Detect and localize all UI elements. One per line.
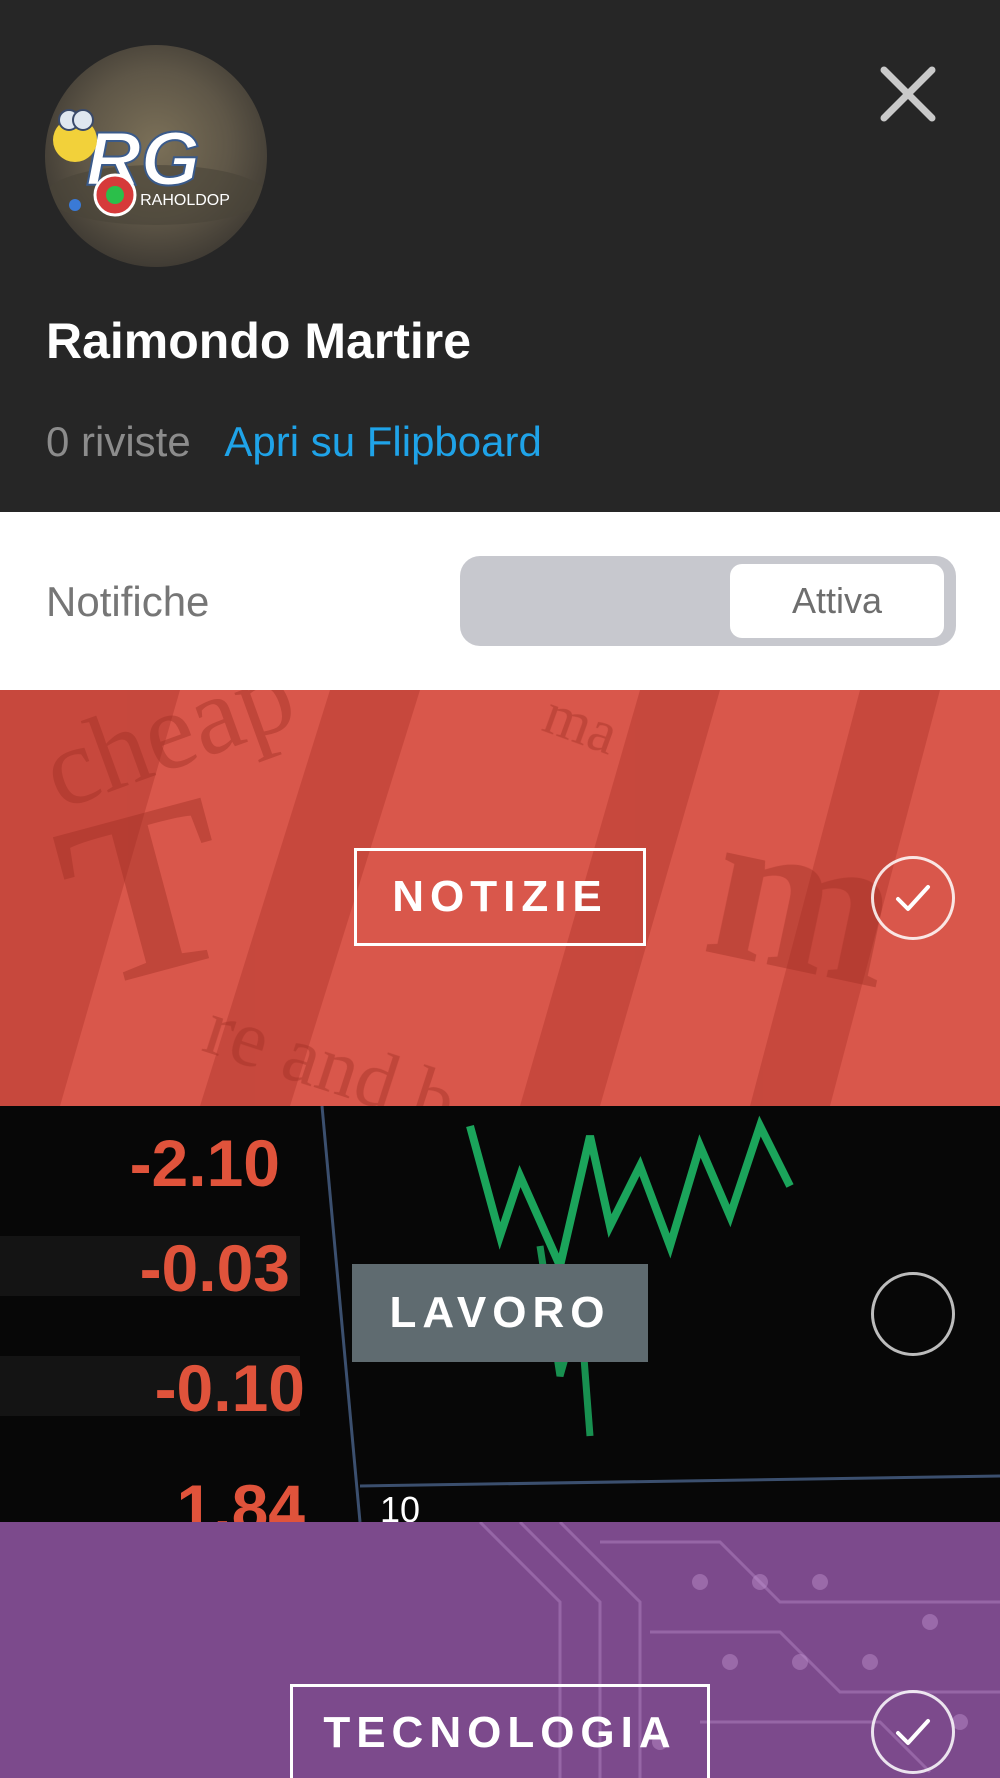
topic-label-tecnologia: TECNOLOGIA xyxy=(290,1684,710,1778)
topic-label-notizie: NOTIZIE xyxy=(354,848,646,946)
profile-name: Raimondo Martire xyxy=(46,313,472,369)
ticker-value: 1.84 xyxy=(177,1471,306,1522)
profile-header: RG RAHOLDOP Raimondo Martire 0 riviste A… xyxy=(0,0,1000,512)
close-icon[interactable] xyxy=(876,62,940,126)
svg-text:RAHOLDOP: RAHOLDOP xyxy=(140,192,230,209)
notifications-label: Notifiche xyxy=(46,578,210,625)
rg-logo: RG RAHOLDOP xyxy=(46,109,266,225)
topic-label-lavoro: LAVORO xyxy=(352,1264,648,1362)
topic-card-tecnologia[interactable]: TECNOLOGIA xyxy=(0,1522,1000,1778)
topic-card-lavoro[interactable]: -2.10 -0.03 -0.10 1.84 10 LAVORO xyxy=(0,1106,1000,1522)
ticker-value: -0.10 xyxy=(155,1351,305,1425)
ticker-value: 10 xyxy=(380,1489,420,1522)
notifications-toggle[interactable]: Attiva xyxy=(460,556,956,646)
toggle-knob: Attiva xyxy=(730,564,944,638)
magazine-count: 0 riviste xyxy=(46,418,191,465)
notifications-row: Notifiche Attiva xyxy=(0,512,1000,690)
checkmark-icon xyxy=(896,1719,930,1745)
topic-checkbox-tecnologia[interactable] xyxy=(871,1690,955,1774)
checkmark-icon xyxy=(896,885,930,911)
topic-card-notizie[interactable]: cheap T re and b m ma NOTIZIE xyxy=(0,690,1000,1106)
avatar: RG RAHOLDOP xyxy=(45,45,267,267)
profile-meta: 0 riviste Apri su Flipboard xyxy=(46,418,542,466)
topic-checkbox-lavoro[interactable] xyxy=(871,1272,955,1356)
open-in-flipboard-link[interactable]: Apri su Flipboard xyxy=(224,418,541,465)
topic-checkbox-notizie[interactable] xyxy=(871,856,955,940)
ticker-value: -2.10 xyxy=(130,1126,280,1200)
ticker-value: -0.03 xyxy=(140,1231,290,1305)
